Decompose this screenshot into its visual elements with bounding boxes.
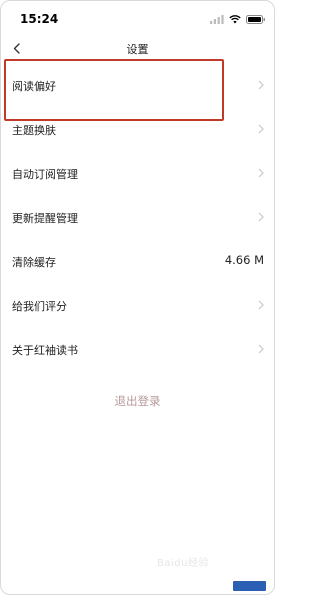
corner-logo — [233, 581, 266, 591]
app-screen: 15:24 设置 阅读偏好 主题换肤 自动订阅管理 更新提醒管理 清除缓存 4.… — [0, 0, 275, 595]
settings-item-about[interactable]: 关于红袖读书 — [1, 327, 274, 371]
settings-item-label: 给我们评分 — [12, 300, 67, 313]
status-icons — [210, 14, 266, 24]
settings-item-label: 更新提醒管理 — [12, 212, 78, 225]
chevron-right-icon — [258, 344, 264, 354]
chevron-right-icon — [258, 300, 264, 310]
highlight-annotation-box — [4, 59, 224, 121]
settings-item-label: 清除缓存 — [12, 256, 56, 269]
settings-item-rate-us[interactable]: 给我们评分 — [1, 283, 274, 327]
status-bar: 15:24 — [1, 1, 274, 33]
settings-item-auto-subscription[interactable]: 自动订阅管理 — [1, 151, 274, 195]
chevron-right-icon — [258, 212, 264, 222]
battery-icon — [246, 14, 265, 24]
settings-item-label: 主题换肤 — [12, 124, 56, 137]
logout-button[interactable]: 退出登录 — [1, 393, 274, 409]
watermark: Baidu经验 — [157, 558, 209, 569]
chevron-right-icon — [258, 168, 264, 178]
signal-icon — [210, 14, 224, 24]
wifi-icon — [229, 14, 241, 23]
page-title: 设置 — [126, 43, 149, 56]
chevron-right-icon — [258, 124, 264, 134]
cache-size-value: 4.66 M — [224, 253, 264, 267]
settings-item-label: 关于红袖读书 — [12, 344, 78, 357]
settings-item-clear-cache[interactable]: 清除缓存 4.66 M — [1, 239, 274, 283]
chevron-right-icon — [258, 80, 264, 90]
status-time: 15:24 — [20, 12, 59, 26]
settings-item-label: 自动订阅管理 — [12, 168, 78, 181]
settings-item-update-reminder[interactable]: 更新提醒管理 — [1, 195, 274, 239]
